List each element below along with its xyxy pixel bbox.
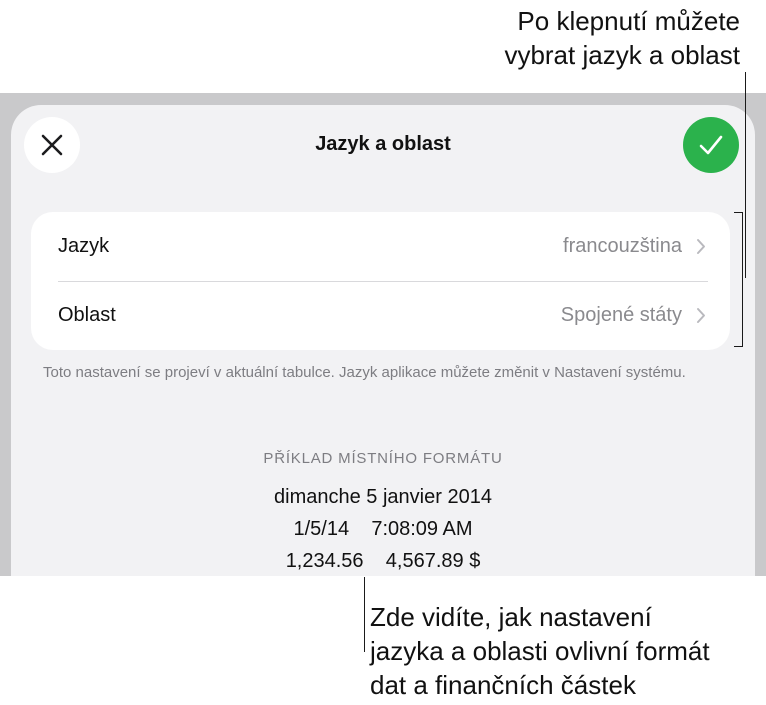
chevron-right-icon bbox=[697, 239, 705, 254]
example-time: 7:08:09 AM bbox=[371, 518, 473, 540]
language-value: francouzština bbox=[563, 235, 682, 257]
callout-top: Po klepnutí můžete vybrat jazyk a oblast bbox=[504, 4, 740, 72]
language-label: Jazyk bbox=[58, 235, 110, 257]
region-value: Spojené státy bbox=[560, 304, 682, 326]
language-row[interactable]: Jazyk francouzština bbox=[31, 212, 730, 281]
example-number: 1,234.56 bbox=[285, 550, 364, 572]
settings-footnote: Toto nastavení se projeví v aktuální tab… bbox=[43, 364, 686, 381]
example-date-time: 1/5/14 7:08:09 AM bbox=[11, 518, 755, 541]
sheet-title: Jazyk a oblast bbox=[315, 133, 451, 155]
example-date-short: 1/5/14 bbox=[293, 518, 350, 540]
callout-bottom-line-1: Zde vidíte, jak nastavení bbox=[370, 602, 652, 632]
format-example-heading: PŘÍKLAD MÍSTNÍHO FORMÁTU bbox=[263, 450, 503, 467]
callout-bottom: Zde vidíte, jak nastavení jazyka a oblas… bbox=[370, 600, 710, 702]
checkmark-icon bbox=[699, 135, 723, 155]
example-currency: 4,567.89 $ bbox=[385, 550, 481, 572]
bracket-bottom bbox=[734, 346, 743, 347]
bracket-vertical bbox=[742, 212, 743, 347]
done-button[interactable] bbox=[683, 117, 739, 173]
callout-top-line-2: vybrat jazyk a oblast bbox=[504, 40, 740, 70]
callout-bottom-line-3: dat a finančních částek bbox=[370, 670, 636, 700]
language-region-sheet: Jazyk a oblast Jazyk francouzština Oblas… bbox=[11, 105, 755, 576]
region-label: Oblast bbox=[58, 304, 116, 326]
example-date-long: dimanche 5 janvier 2014 bbox=[274, 486, 492, 508]
example-numbers: 1,234.56 4,567.89 $ bbox=[11, 550, 755, 573]
screen-frame: Jazyk a oblast Jazyk francouzština Oblas… bbox=[0, 93, 766, 576]
callout-bottom-line-2: jazyka a oblasti ovlivní formát bbox=[370, 636, 710, 666]
settings-group: Jazyk francouzština Oblast Spojené státy bbox=[31, 212, 730, 350]
chevron-right-icon bbox=[697, 308, 705, 323]
callout-bottom-leader-line bbox=[364, 577, 365, 652]
callout-top-leader-line bbox=[745, 72, 746, 278]
region-row[interactable]: Oblast Spojené státy bbox=[31, 281, 730, 350]
callout-top-line-1: Po klepnutí můžete bbox=[517, 6, 740, 36]
